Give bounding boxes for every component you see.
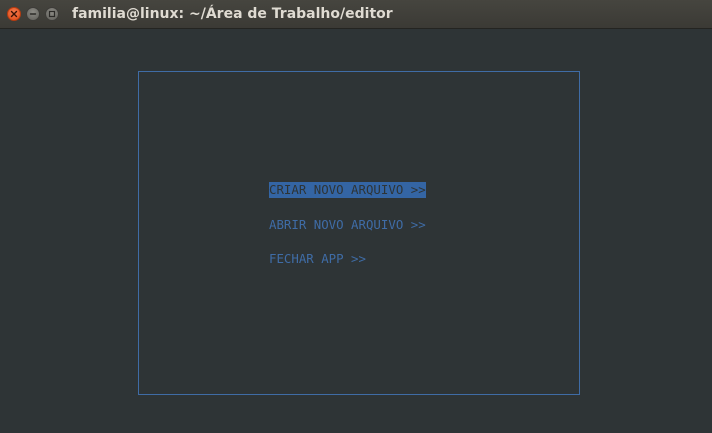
minimize-window-button[interactable] <box>26 7 40 21</box>
maximize-window-button[interactable] <box>45 7 59 21</box>
close-icon <box>10 10 18 18</box>
menu-frame <box>138 71 580 395</box>
terminal-window: familia@linux: ~/Área de Trabalho/editor… <box>0 0 712 433</box>
terminal-area[interactable]: CRIAR NOVO ARQUIVO >> ABRIR NOVO ARQUIVO… <box>0 29 712 433</box>
menu-item-close-app[interactable]: FECHAR APP >> <box>269 251 366 267</box>
title-bar[interactable]: familia@linux: ~/Área de Trabalho/editor <box>0 0 712 29</box>
minimize-icon <box>29 13 37 15</box>
window-title: familia@linux: ~/Área de Trabalho/editor <box>72 6 393 22</box>
menu-item-create-new-file[interactable]: CRIAR NOVO ARQUIVO >> <box>269 182 426 198</box>
menu-item-open-file[interactable]: ABRIR NOVO ARQUIVO >> <box>269 217 426 233</box>
close-window-button[interactable] <box>7 7 21 21</box>
maximize-icon <box>48 10 56 18</box>
